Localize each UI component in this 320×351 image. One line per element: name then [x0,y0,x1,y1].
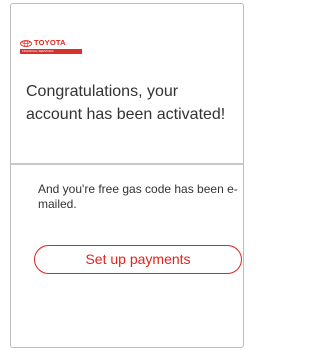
gas-code-message: And you're free gas code has been e-mail… [38,182,238,211]
activation-headline: Congratulations, your account has been a… [26,83,226,123]
section-divider [11,163,243,165]
logo-subtitle-bar: FINANCIAL SERVICES [20,49,82,54]
set-up-payments-button[interactable]: Set up payments [34,245,242,274]
toyota-financial-services-logo: TOYOTA FINANCIAL SERVICES [20,39,82,55]
logo-top-row: TOYOTA [20,39,82,47]
logo-wordmark: TOYOTA [34,38,66,47]
toyota-emblem-icon [20,39,32,47]
